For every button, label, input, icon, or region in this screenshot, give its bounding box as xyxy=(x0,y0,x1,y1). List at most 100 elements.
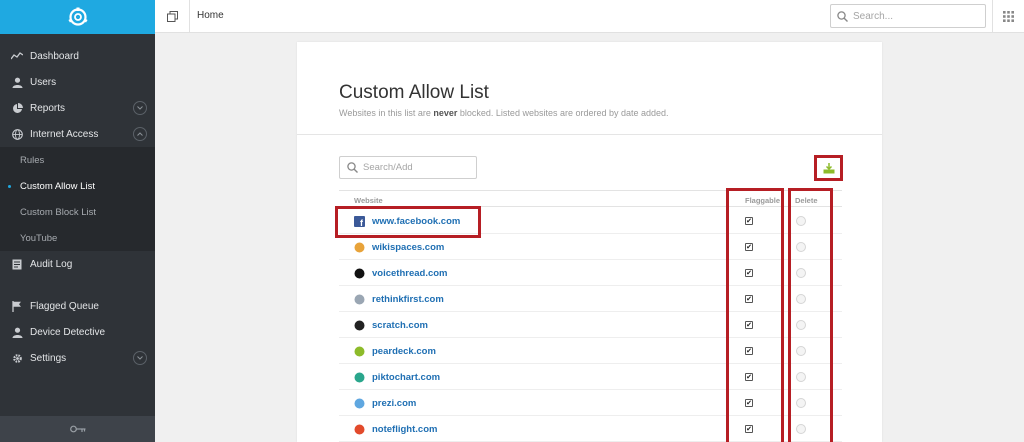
apps-menu-button[interactable] xyxy=(992,0,1024,33)
sidebar-item-users[interactable]: Users xyxy=(0,69,155,95)
sidebar-item-label: Reports xyxy=(30,102,66,114)
delete-button[interactable] xyxy=(796,346,806,356)
search-add-field[interactable] xyxy=(339,156,477,179)
sidebar-item-label: YouTube xyxy=(20,232,58,244)
flaggable-checkbox[interactable]: ✔ xyxy=(745,321,753,329)
sidebar-item-label: Internet Access xyxy=(30,128,99,140)
log-icon xyxy=(11,258,23,270)
subtitle-text: Websites in this list are xyxy=(339,108,434,118)
table-row: scratch.com ✔ xyxy=(339,312,842,338)
sidebar-item-label: Settings xyxy=(30,352,67,364)
flaggable-checkbox[interactable]: ✔ xyxy=(745,425,753,433)
page-subtitle: Websites in this list are never blocked.… xyxy=(339,108,669,118)
flaggable-checkbox[interactable]: ✔ xyxy=(745,243,753,251)
website-link[interactable]: voicethread.com xyxy=(372,268,448,279)
allow-list-card: Custom Allow List Websites in this list … xyxy=(297,42,882,442)
gear-icon xyxy=(11,352,23,364)
chevron-down-icon[interactable] xyxy=(133,101,147,115)
delete-button[interactable] xyxy=(796,398,806,408)
global-search[interactable] xyxy=(830,4,986,28)
breadcrumb[interactable]: Home xyxy=(197,10,224,21)
table-row: f www.facebook.com ✔ xyxy=(339,208,842,234)
website-link[interactable]: peardeck.com xyxy=(372,346,436,357)
window-toggle-button[interactable] xyxy=(155,0,190,33)
sidebar-item-label: Audit Log xyxy=(30,258,73,270)
chevron-up-icon[interactable] xyxy=(133,127,147,141)
favicon-icon xyxy=(354,398,365,409)
dashboard-icon xyxy=(11,50,23,62)
sidebar-nav: Dashboard Users Reports Internet Access xyxy=(0,34,155,371)
favicon-icon xyxy=(354,242,365,253)
delete-button[interactable] xyxy=(796,242,806,252)
favicon-icon xyxy=(354,424,365,435)
sidebar-item-audit-log[interactable]: Audit Log xyxy=(0,251,155,277)
website-link[interactable]: wikispaces.com xyxy=(372,242,444,253)
subtitle-emphasis: never xyxy=(433,108,458,118)
flaggable-checkbox[interactable]: ✔ xyxy=(745,295,753,303)
delete-button[interactable] xyxy=(796,320,806,330)
favicon-icon xyxy=(354,294,365,305)
sidebar-item-label: Custom Allow List xyxy=(20,180,95,192)
website-link[interactable]: scratch.com xyxy=(372,320,428,331)
delete-button[interactable] xyxy=(796,268,806,278)
delete-button[interactable] xyxy=(796,424,806,434)
search-add-input[interactable] xyxy=(363,162,473,173)
sidebar-item-dashboard[interactable]: Dashboard xyxy=(0,43,155,69)
header-divider xyxy=(297,134,882,135)
flag-icon xyxy=(11,300,23,312)
internet-access-submenu: Rules Custom Allow List Custom Block Lis… xyxy=(0,147,155,251)
windows-icon xyxy=(166,11,178,22)
flaggable-checkbox[interactable]: ✔ xyxy=(745,217,753,225)
favicon-icon xyxy=(354,268,365,279)
website-link[interactable]: www.facebook.com xyxy=(372,216,460,227)
sidebar-footer[interactable] xyxy=(0,416,155,442)
sidebar-item-reports[interactable]: Reports xyxy=(0,95,155,121)
sidebar-item-custom-allow-list[interactable]: Custom Allow List xyxy=(0,173,155,199)
user-icon xyxy=(11,76,23,88)
logo-bar[interactable] xyxy=(0,0,155,34)
website-link[interactable]: prezi.com xyxy=(372,398,416,409)
chevron-down-icon[interactable] xyxy=(133,351,147,365)
search-icon xyxy=(347,162,358,173)
sidebar-item-device-detective[interactable]: Device Detective xyxy=(0,319,155,345)
sidebar-item-settings[interactable]: Settings xyxy=(0,345,155,371)
delete-button[interactable] xyxy=(796,294,806,304)
favicon-icon xyxy=(354,372,365,383)
column-header-flaggable[interactable]: Flaggable xyxy=(745,196,780,205)
sidebar-item-label: Users xyxy=(30,76,57,88)
flaggable-checkbox[interactable]: ✔ xyxy=(745,399,753,407)
sidebar-item-rules[interactable]: Rules xyxy=(0,147,155,173)
flaggable-checkbox[interactable]: ✔ xyxy=(745,269,753,277)
pie-chart-icon xyxy=(11,102,23,114)
sidebar-item-internet-access[interactable]: Internet Access xyxy=(0,121,155,147)
flaggable-checkbox[interactable]: ✔ xyxy=(745,347,753,355)
favicon-icon: f xyxy=(354,216,365,227)
delete-button[interactable] xyxy=(796,372,806,382)
top-bar: Home xyxy=(155,0,1024,33)
sidebar-item-label: Custom Block List xyxy=(20,206,97,218)
website-link[interactable]: noteflight.com xyxy=(372,424,437,435)
export-button[interactable] xyxy=(814,155,843,181)
website-link[interactable]: piktochart.com xyxy=(372,372,440,383)
table-header: Website Flaggable Delete xyxy=(339,190,842,207)
sidebar-item-custom-block-list[interactable]: Custom Block List xyxy=(0,199,155,225)
flaggable-checkbox[interactable]: ✔ xyxy=(745,373,753,381)
column-header-website[interactable]: Website xyxy=(354,196,383,205)
global-search-input[interactable] xyxy=(853,10,973,22)
sidebar-item-youtube[interactable]: YouTube xyxy=(0,225,155,251)
search-icon xyxy=(837,10,848,22)
table-row: prezi.com ✔ xyxy=(339,390,842,416)
sidebar-item-flagged-queue[interactable]: Flagged Queue xyxy=(0,293,155,319)
table-row: rethinkfirst.com ✔ xyxy=(339,286,842,312)
table-row: noteflight.com ✔ xyxy=(339,416,842,442)
subtitle-text: blocked. Listed websites are ordered by … xyxy=(457,108,669,118)
sidebar-item-label: Dashboard xyxy=(30,50,79,62)
delete-button[interactable] xyxy=(796,216,806,226)
export-icon xyxy=(823,162,834,173)
logo-icon xyxy=(67,7,88,26)
sidebar: Dashboard Users Reports Internet Access xyxy=(0,0,155,442)
website-link[interactable]: rethinkfirst.com xyxy=(372,294,444,305)
sidebar-item-label: Flagged Queue xyxy=(30,300,99,312)
table-row: piktochart.com ✔ xyxy=(339,364,842,390)
